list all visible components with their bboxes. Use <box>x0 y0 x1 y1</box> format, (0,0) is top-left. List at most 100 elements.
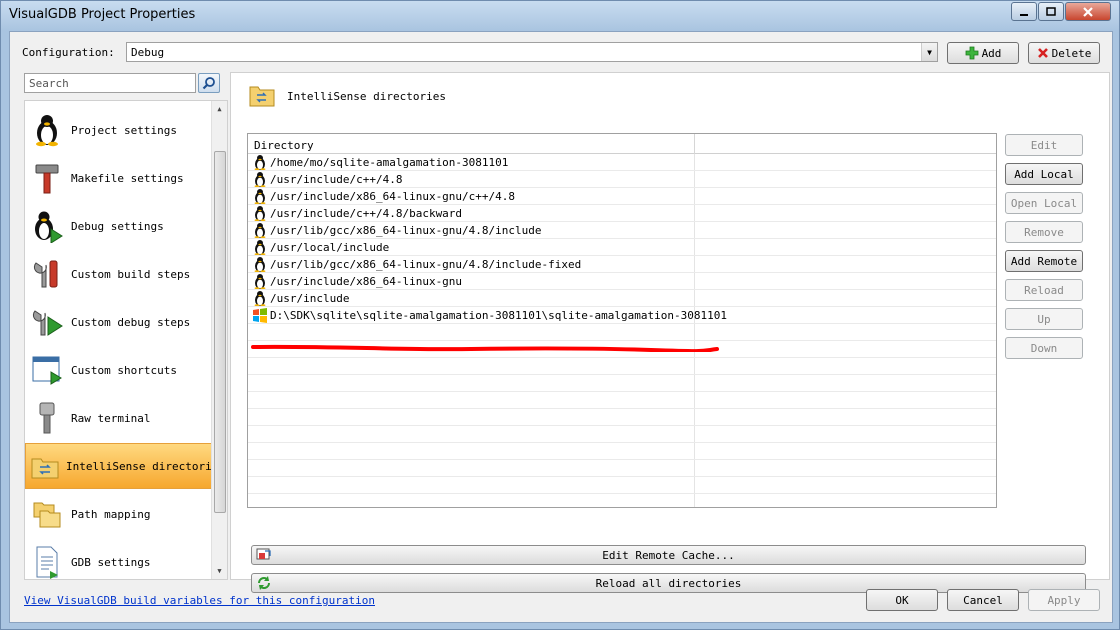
up-button[interactable]: Up <box>1005 308 1083 330</box>
panel-title: IntelliSense directories <box>287 90 446 103</box>
chevron-down-icon[interactable]: ▼ <box>921 43 937 61</box>
directory-row[interactable]: /usr/include/x86_64-linux-gnu/c++/4.8 <box>248 188 996 205</box>
nav-item-label: Debug settings <box>71 219 164 233</box>
nav-item-label: Custom debug steps <box>71 315 191 329</box>
nav-item-label: Custom shortcuts <box>71 363 177 377</box>
directory-path: /usr/local/include <box>270 240 390 254</box>
serial-cable-icon <box>29 400 65 436</box>
build-variables-link[interactable]: View VisualGDB build variables for this … <box>24 594 375 607</box>
cancel-button[interactable]: Cancel <box>947 589 1019 611</box>
linux-penguin-icon <box>252 256 268 272</box>
maximize-button[interactable] <box>1038 2 1064 21</box>
directory-row[interactable]: /usr/include/x86_64-linux-gnu <box>248 273 996 290</box>
search-icon <box>202 77 215 90</box>
empty-row <box>248 494 996 507</box>
down-button[interactable]: Down <box>1005 337 1083 359</box>
side-button-label: Up <box>1037 312 1051 326</box>
directory-row[interactable]: /usr/lib/gcc/x86_64-linux-gnu/4.8/includ… <box>248 222 996 239</box>
directory-path: /usr/include <box>270 291 350 305</box>
linux-penguin-icon <box>252 239 268 255</box>
directory-path: /usr/include/c++/4.8/backward <box>270 206 463 220</box>
nav-item-debug-settings[interactable]: Debug settings <box>25 203 212 249</box>
directory-row[interactable]: /usr/local/include <box>248 239 996 256</box>
empty-row <box>248 426 996 443</box>
nav-item-project-settings[interactable]: Project settings <box>25 107 212 153</box>
scroll-down-icon[interactable]: ▼ <box>212 563 227 579</box>
add-configuration-label: Add <box>981 46 1002 60</box>
directory-list-header: Directory <box>248 134 996 154</box>
directory-list[interactable]: Directory /home/mo/sqlite-amalgamation-3… <box>247 133 997 508</box>
add-remote-button[interactable]: Add Remote <box>1005 250 1083 272</box>
side-button-label: Down <box>1030 341 1058 355</box>
directory-row[interactable]: D:\SDK\sqlite\sqlite-amalgamation-308110… <box>248 307 996 324</box>
add-local-button[interactable]: Add Local <box>1005 163 1083 185</box>
minimize-icon <box>1020 13 1028 16</box>
red-x-icon <box>1037 48 1048 58</box>
directory-path: D:\SDK\sqlite\sqlite-amalgamation-308110… <box>270 308 727 322</box>
directory-row[interactable]: /usr/include/c++/4.8 <box>248 171 996 188</box>
directory-row[interactable]: /usr/include/c++/4.8/backward <box>248 205 996 222</box>
minimize-button[interactable] <box>1011 2 1037 21</box>
directory-row[interactable]: /usr/include <box>248 290 996 307</box>
nav-scrollbar-thumb[interactable] <box>214 151 226 513</box>
nav-item-custom-debug-steps[interactable]: Custom debug steps <box>25 299 212 345</box>
linux-penguin-icon <box>252 154 268 170</box>
nav-item-label: GDB settings <box>71 555 151 569</box>
nav-scrollbar[interactable]: ▲ ▼ <box>211 101 227 579</box>
delete-configuration-button[interactable]: Delete <box>1028 42 1100 64</box>
empty-row <box>248 460 996 477</box>
apply-label: Apply <box>1047 593 1081 607</box>
tools-icon <box>29 256 65 292</box>
directory-row[interactable]: /usr/lib/gcc/x86_64-linux-gnu/4.8/includ… <box>248 256 996 273</box>
window-shortcut-icon <box>29 352 65 388</box>
empty-row <box>248 477 996 494</box>
empty-row <box>248 443 996 460</box>
linux-penguin-icon <box>252 290 268 306</box>
intellisense-panel: IntelliSense directories Directory /home… <box>230 72 1110 593</box>
red-annotation-underline <box>251 344 719 352</box>
edit-remote-cache-label: Edit Remote Cache... <box>602 548 735 562</box>
close-button[interactable] <box>1065 2 1111 21</box>
maximize-icon <box>1046 6 1056 16</box>
edit-button[interactable]: Edit <box>1005 134 1083 156</box>
empty-row <box>248 409 996 426</box>
folders-icon <box>29 496 65 532</box>
linux-penguin-icon <box>252 171 268 187</box>
nav-item-custom-shortcuts[interactable]: Custom shortcuts <box>25 347 212 393</box>
dialog-window: VisualGDB Project Properties Configurati… <box>0 0 1120 630</box>
empty-row <box>248 392 996 409</box>
title-bar[interactable]: VisualGDB Project Properties <box>1 1 1119 31</box>
nav-item-path-mapping[interactable]: Path mapping <box>25 491 212 537</box>
configuration-select[interactable]: Debug ▼ <box>126 42 938 62</box>
column-header-directory[interactable]: Directory <box>254 139 314 152</box>
nav-item-gdb-settings[interactable]: GDB settings <box>25 539 212 579</box>
remove-button[interactable]: Remove <box>1005 221 1083 243</box>
column-separator[interactable] <box>694 134 695 154</box>
search-button[interactable] <box>198 73 220 93</box>
green-plus-icon <box>965 46 978 60</box>
nav-item-custom-build-steps[interactable]: Custom build steps <box>25 251 212 297</box>
add-configuration-button[interactable]: Add <box>947 42 1019 64</box>
nav-item-makefile-settings[interactable]: Makefile settings <box>25 155 212 201</box>
scroll-up-icon[interactable]: ▲ <box>212 101 227 117</box>
directory-row[interactable]: /home/mo/sqlite-amalgamation-3081101 <box>248 154 996 171</box>
linux-penguin-icon <box>252 222 268 238</box>
configuration-label: Configuration: <box>22 46 115 59</box>
open-local-button[interactable]: Open Local <box>1005 192 1083 214</box>
directory-path: /usr/include/x86_64-linux-gnu/c++/4.8 <box>270 189 516 203</box>
nav-item-raw-terminal[interactable]: Raw terminal <box>25 395 212 441</box>
penguin-play-icon <box>29 208 65 244</box>
document-icon <box>29 544 65 579</box>
apply-button[interactable]: Apply <box>1028 589 1100 611</box>
nav-item-intellisense-directories[interactable]: IntelliSense directories <box>25 443 225 489</box>
empty-row <box>248 324 996 341</box>
configuration-value: Debug <box>131 46 165 59</box>
settings-nav-list[interactable]: Project settings Makefile settings Debug… <box>24 100 228 580</box>
hammer-icon <box>29 160 65 196</box>
ok-button[interactable]: OK <box>866 589 938 611</box>
ok-label: OK <box>895 593 909 607</box>
edit-remote-cache-button[interactable]: Edit Remote Cache... <box>251 545 1086 565</box>
search-input[interactable]: Search <box>24 73 196 93</box>
side-button-label: Add Local <box>1014 167 1074 181</box>
reload-button[interactable]: Reload <box>1005 279 1083 301</box>
